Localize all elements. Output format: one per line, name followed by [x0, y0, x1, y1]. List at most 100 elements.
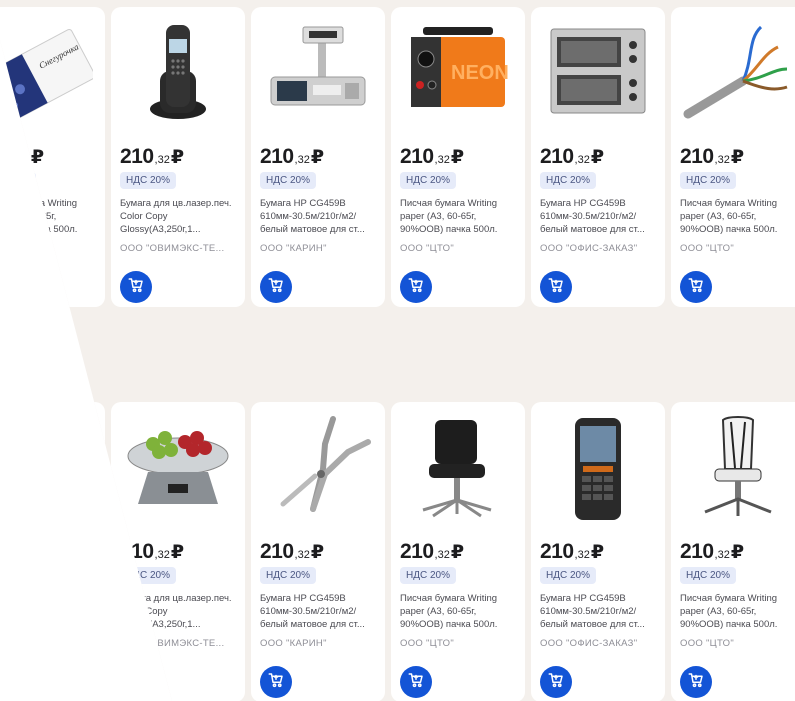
product-card[interactable]: 210,32₽ НДС 20% Бумага для цв.лазер.печ. C… [111, 402, 245, 701]
office-chair-icon [403, 414, 513, 529]
product-image[interactable]: NEON [399, 15, 517, 137]
cart-icon [547, 276, 565, 299]
paper-pack-icon: Снегурочка [0, 414, 96, 529]
cart-icon [407, 276, 425, 299]
add-to-cart-button[interactable] [680, 271, 712, 303]
vat-badge: НДС 20% [680, 172, 737, 189]
product-price: 210,32₽ [680, 540, 745, 563]
cart-icon [547, 671, 565, 694]
product-title[interactable]: Бумага HP CG459B 610мм-30.5м/210г/м2/ бе… [540, 197, 662, 236]
product-card[interactable]: 210,32₽ НДС 20% Бумага HP CG459B 610мм-30.… [531, 7, 665, 307]
seller-name[interactable]: ООО "ЦТО" [400, 243, 520, 254]
vat-badge: НДС 20% [260, 172, 317, 189]
network-cable-icon [683, 19, 793, 134]
product-price: 210,32₽ [400, 540, 465, 563]
seller-name[interactable]: ООО "ОВИМЭКС-ТЕ... [120, 243, 240, 254]
product-price: 210,32₽ [540, 540, 605, 563]
product-price: 210,32₽ [540, 145, 605, 168]
seller-name[interactable]: ООО "ЦТО" [680, 243, 795, 254]
pos-scale-icon [263, 19, 373, 134]
vat-badge: НДС 20% [120, 172, 177, 189]
gaming-chair-icon [683, 414, 793, 529]
product-image[interactable] [119, 410, 237, 532]
add-to-cart-button[interactable] [540, 666, 572, 698]
seller-name[interactable]: ООО "ЦТО" [0, 243, 100, 254]
vat-badge: НДС 20% [120, 567, 177, 584]
vat-badge: НДС 20% [680, 567, 737, 584]
product-card[interactable]: 210,32₽ НДС 20% Бумага HP CG459B 610мм-30.… [251, 402, 385, 701]
seller-name[interactable]: ООО "ЦТО" [680, 638, 795, 649]
product-title[interactable]: Бумага для цв.лазер.печ. Color Copy Glos… [120, 197, 242, 236]
vat-badge: НДС 20% [400, 172, 457, 189]
product-title[interactable]: Писчая бумага Writing paper (A3, 60-65г,… [680, 197, 795, 236]
product-price: 210,32₽ [260, 145, 325, 168]
product-image[interactable] [539, 15, 657, 137]
product-title[interactable]: Писчая бумага Writing paper (A3, 60-65г,… [680, 592, 795, 631]
product-image[interactable] [119, 15, 237, 137]
product-image[interactable] [679, 15, 795, 137]
cart-icon [0, 671, 5, 694]
product-image[interactable] [259, 15, 377, 137]
product-price: 210,32₽ [120, 145, 185, 168]
vat-badge: НДС 20% [540, 567, 597, 584]
seller-name[interactable]: ООО "ОВИМЭКС-ТЕ... [120, 638, 240, 649]
vat-badge: НДС 20% [0, 567, 37, 584]
product-image[interactable] [679, 410, 795, 532]
product-card[interactable]: 210,32₽ НДС 20% Писчая бумага Writing pape… [671, 402, 795, 701]
cart-icon [407, 671, 425, 694]
product-image[interactable]: Снегурочка [0, 410, 97, 532]
product-card[interactable]: 210,32₽ НДС 20% Бумага HP CG459B 610мм-30.… [531, 402, 665, 701]
cart-icon [0, 276, 5, 299]
cart-icon [687, 671, 705, 694]
product-image[interactable]: Снегурочка [0, 15, 97, 137]
product-card[interactable]: 210,32₽ НДС 20% Писчая бумага Writing pape… [391, 402, 525, 701]
product-image[interactable] [259, 410, 377, 532]
product-title[interactable]: Бумага для цв.лазер.печ. Color Copy Glos… [120, 592, 242, 631]
seller-name[interactable]: ООО "ЦТО" [400, 638, 520, 649]
seller-name[interactable]: ООО "ОФИС-ЗАКАЗ" [540, 638, 660, 649]
add-to-cart-button[interactable] [260, 271, 292, 303]
product-image[interactable] [539, 410, 657, 532]
product-title[interactable]: Писчая бумага Writing paper (A3, 60-65г,… [0, 197, 102, 236]
add-to-cart-button[interactable] [540, 271, 572, 303]
product-title[interactable]: Бумага HP CG459B 610мм-30.5м/210г/м2/ бе… [260, 592, 382, 631]
add-to-cart-button[interactable] [120, 271, 152, 303]
seller-name[interactable]: ООО "КАРИН" [260, 243, 380, 254]
add-to-cart-button[interactable] [680, 666, 712, 698]
cart-icon [267, 276, 285, 299]
data-terminal-icon [543, 414, 653, 529]
product-price: 210,32₽ [0, 145, 45, 168]
product-card[interactable]: Снегурочка 210,32₽ НДС 20% Писчая бумага Wr… [0, 7, 105, 307]
vat-badge: НДС 20% [540, 172, 597, 189]
seller-name[interactable]: ООО "ЦТО" [0, 638, 100, 649]
cart-icon [127, 276, 145, 299]
add-to-cart-button[interactable] [400, 271, 432, 303]
cordless-phone-icon [123, 19, 233, 134]
poultry-shears-icon [263, 414, 373, 529]
add-to-cart-button[interactable] [260, 666, 292, 698]
seller-name[interactable]: ООО "КАРИН" [260, 638, 380, 649]
cart-icon [687, 276, 705, 299]
product-price: 210,32₽ [0, 540, 45, 563]
add-to-cart-button[interactable] [0, 666, 12, 698]
product-price: 210,32₽ [680, 145, 745, 168]
product-card[interactable]: 210,32₽ НДС 20% Писчая бумага Writing pape… [671, 7, 795, 307]
product-title[interactable]: Бумага HP CG459B 610мм-30.5м/210г/м2/ бе… [260, 197, 382, 236]
product-price: 210,32₽ [120, 540, 185, 563]
add-to-cart-button[interactable] [400, 666, 432, 698]
product-title[interactable]: Писчая бумага Writing paper (A3, 60-65г,… [400, 592, 522, 631]
product-title[interactable]: Бумага HP CG459B 610мм-30.5м/210г/м2/ бе… [540, 592, 662, 631]
seller-name[interactable]: ООО "ОФИС-ЗАКАЗ" [540, 243, 660, 254]
product-card[interactable]: 210,32₽ НДС 20% Бумага для цв.лазер.печ. C… [111, 7, 245, 307]
product-title[interactable]: Писчая бумага Writing paper (A3, 60-65г,… [400, 197, 522, 236]
kitchen-scale-icon [123, 414, 233, 529]
vat-badge: НДС 20% [400, 567, 457, 584]
add-to-cart-button[interactable] [0, 271, 12, 303]
product-card[interactable]: 210,32₽ НДС 20% Бумага HP CG459B 610мм-30.… [251, 7, 385, 307]
add-to-cart-button[interactable] [120, 666, 152, 698]
product-price: 210,32₽ [260, 540, 325, 563]
product-image[interactable] [399, 410, 517, 532]
product-card[interactable]: Снегурочка 210,32₽ НДС 20% Писчая бумага Wr… [0, 402, 105, 701]
product-card[interactable]: NEON 210,32₽ НДС 20% Писчая бумага Writing … [391, 7, 525, 307]
product-title[interactable]: Писчая бумага Writing paper (A3, 60-65г,… [0, 592, 102, 631]
